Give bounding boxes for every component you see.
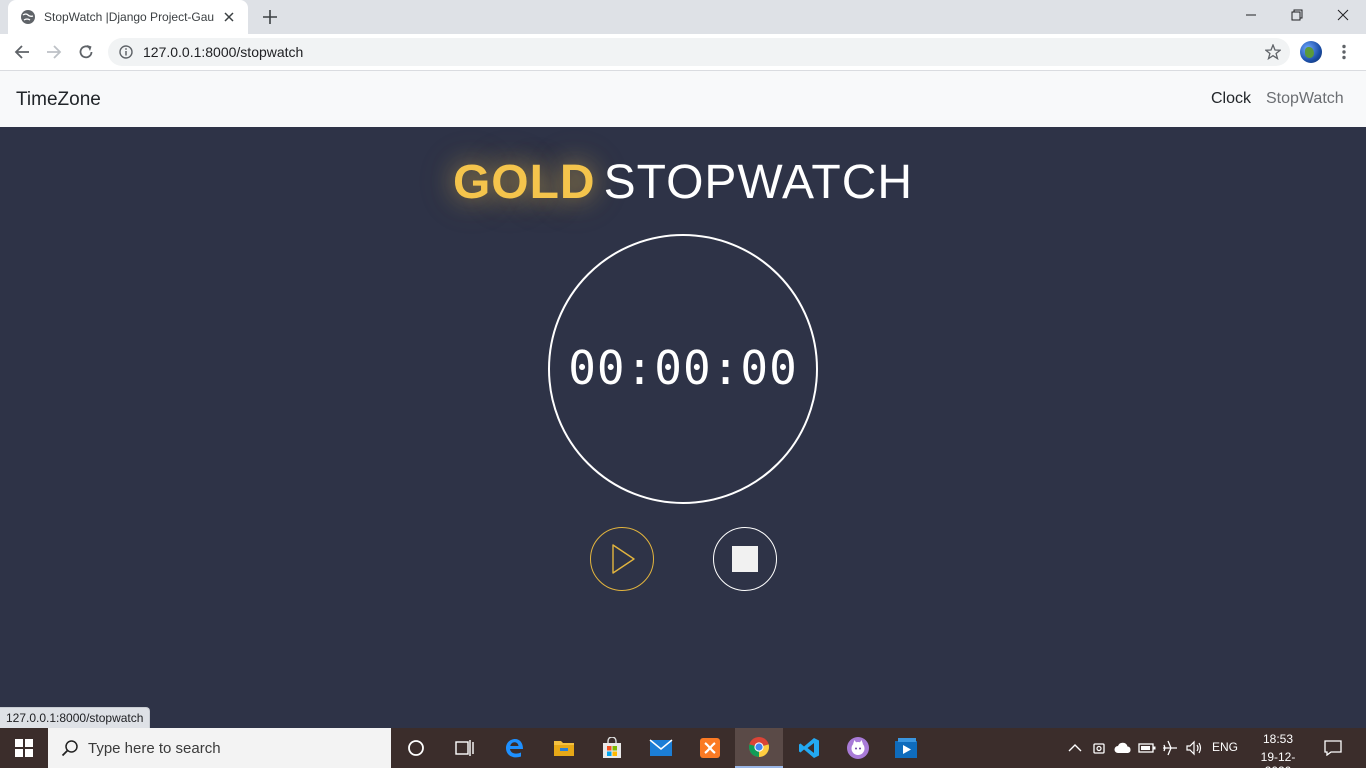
bookmark-star-icon[interactable] (1264, 43, 1282, 61)
stop-square-icon (732, 546, 758, 572)
play-icon (607, 543, 637, 575)
nav-link-stopwatch[interactable]: StopWatch (1266, 90, 1344, 108)
photos-icon[interactable] (882, 728, 930, 768)
site-navbar: TimeZone Clock StopWatch (0, 71, 1366, 127)
file-explorer-icon[interactable] (540, 728, 588, 768)
stopwatch-dial: 00:00:00 (548, 234, 818, 504)
stopwatch-page: GOLD STOPWATCH 00:00:00 (0, 127, 1366, 728)
browser-tab[interactable]: StopWatch |Django Project-Gautam (8, 0, 248, 34)
windows-taskbar: Type here to search ENG 18:53 19-12- (0, 728, 1366, 768)
tab-title: StopWatch |Django Project-Gautam (44, 10, 214, 24)
edge-icon[interactable] (490, 728, 538, 768)
back-arrow-icon[interactable] (8, 38, 36, 66)
globe-icon (20, 9, 36, 25)
notification-center-icon[interactable] (1322, 738, 1344, 758)
taskbar-clock-date[interactable]: 19-12-2020 (1249, 750, 1307, 768)
input-language-indicator[interactable]: ENG (1212, 740, 1238, 754)
title-rest: STOPWATCH (603, 156, 914, 209)
nav-link-clock[interactable]: Clock (1211, 90, 1251, 108)
link-status-bubble: 127.0.0.1:8000/stopwatch (0, 707, 151, 728)
close-window-icon[interactable] (1320, 0, 1366, 30)
address-bar[interactable]: 127.0.0.1:8000/stopwatch (108, 38, 1290, 66)
onedrive-cloud-icon[interactable] (1113, 738, 1133, 758)
store-icon[interactable] (588, 728, 636, 768)
close-tab-icon[interactable] (220, 8, 238, 26)
search-icon (60, 738, 80, 758)
new-tab-icon[interactable] (258, 6, 282, 28)
stop-button[interactable] (713, 527, 777, 591)
reload-icon[interactable] (72, 38, 100, 66)
title-highlight: GOLD (452, 156, 596, 209)
cortana-icon[interactable] (392, 728, 440, 768)
url-text: 127.0.0.1:8000/stopwatch (143, 44, 304, 60)
airplane-mode-icon[interactable] (1160, 738, 1180, 758)
vscode-icon[interactable] (785, 728, 833, 768)
battery-icon[interactable] (1137, 738, 1157, 758)
browser-toolbar: 127.0.0.1:8000/stopwatch (0, 34, 1366, 71)
profile-avatar[interactable] (1300, 41, 1322, 63)
chevron-up-icon[interactable] (1065, 738, 1085, 758)
menu-kebab-icon[interactable] (1330, 38, 1358, 66)
task-view-icon[interactable] (440, 728, 488, 768)
page-title: GOLD STOPWATCH (0, 155, 1366, 210)
search-placeholder: Type here to search (88, 739, 221, 757)
info-icon[interactable] (118, 44, 134, 60)
chrome-icon[interactable] (735, 728, 783, 768)
minimize-icon[interactable] (1228, 0, 1274, 30)
taskbar-clock-time[interactable]: 18:53 (1249, 732, 1307, 746)
browser-tab-strip: StopWatch |Django Project-Gautam (0, 0, 1366, 34)
xampp-icon[interactable] (686, 728, 734, 768)
meet-now-icon[interactable] (1089, 738, 1109, 758)
taskbar-search-input[interactable]: Type here to search (48, 728, 391, 768)
brand-logo-text[interactable]: TimeZone (16, 89, 101, 111)
windows-start-icon[interactable] (0, 728, 48, 768)
volume-icon[interactable] (1184, 738, 1204, 758)
restore-icon[interactable] (1274, 0, 1320, 30)
mail-icon[interactable] (637, 728, 685, 768)
forward-arrow-icon[interactable] (40, 38, 68, 66)
start-button[interactable] (590, 527, 654, 591)
github-desktop-icon[interactable] (834, 728, 882, 768)
elapsed-time-display: 00:00:00 (568, 341, 798, 395)
